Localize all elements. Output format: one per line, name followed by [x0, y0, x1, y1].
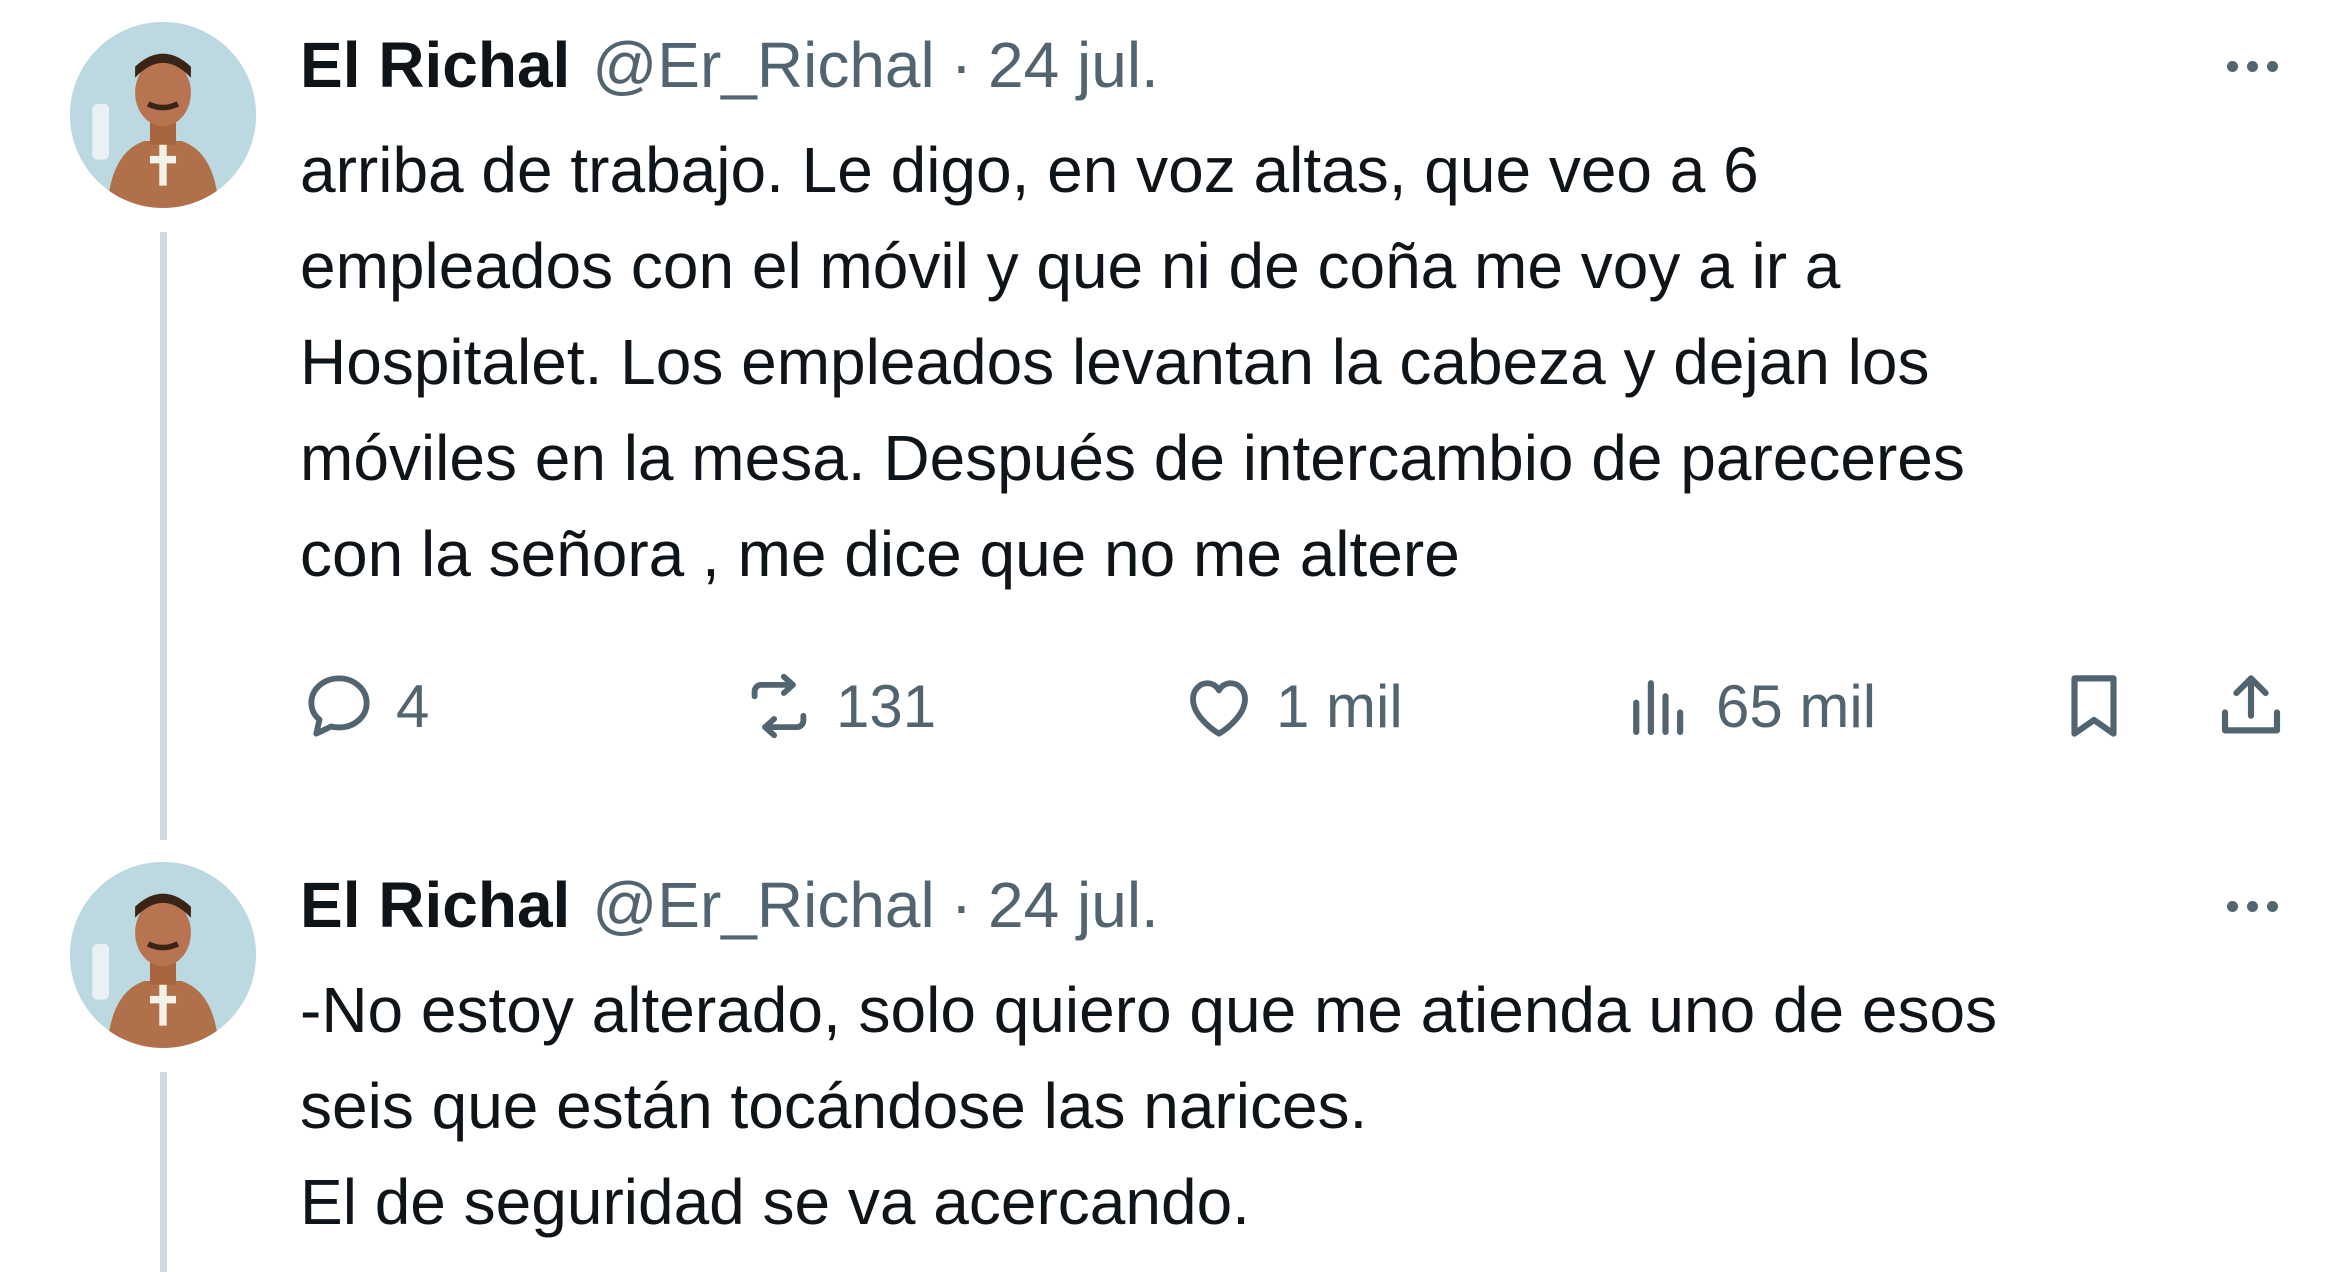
tweet-text-line: empleados con el móvil y que ni de coña … [300, 230, 1841, 302]
author-handle[interactable]: @Er_Richal [592, 868, 934, 942]
more-horizontal-icon [2226, 60, 2238, 72]
more-options-button[interactable] [2216, 46, 2288, 86]
tweet-date[interactable]: 24 jul. [988, 28, 1159, 102]
more-horizontal-icon [2246, 60, 2258, 72]
tweet-text-line: con la señora , me dice que no me altere [300, 518, 1460, 590]
share-button[interactable] [2212, 658, 2290, 754]
separator-dot: · [950, 29, 973, 101]
author-name[interactable]: El Richal [300, 868, 570, 942]
separator-dot: · [950, 869, 973, 941]
tweet[interactable]: El Richal @Er_Richal · 24 jul. arriba de… [0, 0, 2350, 840]
like-button[interactable]: 1 mil [1180, 658, 1403, 754]
avatar-image [70, 22, 256, 208]
thread-line [160, 1072, 167, 1272]
views-count: 65 mil [1716, 672, 1877, 740]
more-options-button[interactable] [2216, 886, 2288, 926]
avatar-image [70, 862, 256, 1048]
more-horizontal-icon [2266, 60, 2278, 72]
retweet-button[interactable]: 131 [740, 658, 936, 754]
more-horizontal-icon [2266, 900, 2278, 912]
tweet-date[interactable]: 24 jul. [988, 868, 1159, 942]
thread-line [160, 232, 167, 840]
avatar[interactable] [70, 862, 256, 1048]
retweet-arrows-icon [751, 673, 807, 739]
tweet[interactable]: El Richal @Er_Richal · 24 jul. -No estoy… [0, 840, 2350, 1272]
author-name[interactable]: El Richal [300, 28, 570, 102]
views-button[interactable]: 65 mil [1620, 658, 1876, 754]
tweet-text-line: seis que están tocándose las narices. [300, 1070, 1368, 1142]
tweet-text: -No estoy alterado, solo quiero que me a… [300, 962, 2280, 1250]
author-handle[interactable]: @Er_Richal [592, 28, 934, 102]
tweet-header: El Richal @Er_Richal · 24 jul. [300, 28, 1159, 108]
reply-button[interactable]: 4 [300, 658, 429, 754]
more-horizontal-icon [2246, 900, 2258, 912]
tweet-text: arriba de trabajo. Le digo, en voz altas… [300, 122, 2280, 602]
heart-icon [1190, 680, 1248, 737]
retweet-count: 131 [836, 672, 937, 740]
tweet-text-line: móviles en la mesa. Después de intercamb… [300, 422, 1965, 494]
like-count: 1 mil [1276, 672, 1403, 740]
tweet-text-line: -No estoy alterado, solo quiero que me a… [300, 974, 1998, 1046]
more-horizontal-icon [2226, 900, 2238, 912]
tweet-text-line: arriba de trabajo. Le digo, en voz altas… [300, 134, 1759, 206]
reply-bubble-icon [308, 675, 370, 737]
reply-count: 4 [396, 672, 430, 740]
action-bar: 4 131 1 mil 65 mil [300, 658, 2300, 754]
tweet-header: El Richal @Er_Richal · 24 jul. [300, 868, 1159, 948]
bookmark-button[interactable] [2055, 658, 2133, 754]
bookmark-icon [2071, 675, 2117, 737]
views-bars-icon [1633, 680, 1684, 736]
tweet-text-line: Hospitalet. Los empleados levantan la ca… [300, 326, 1930, 398]
tweet-text-line: El de seguridad se va acercando. [300, 1166, 1250, 1238]
share-upload-icon [2221, 675, 2281, 734]
avatar[interactable] [70, 22, 256, 208]
